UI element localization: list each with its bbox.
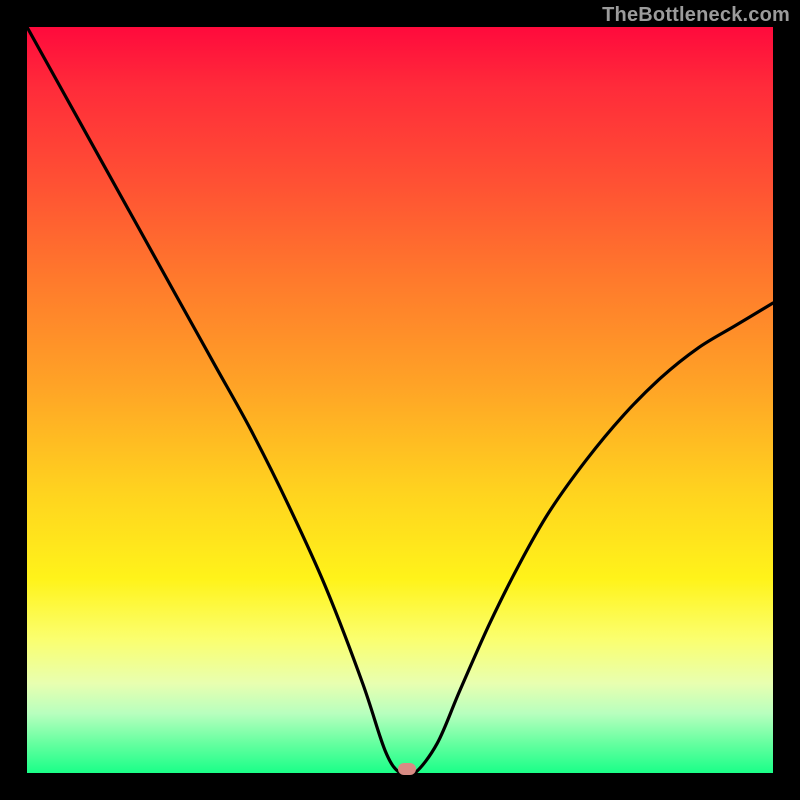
optimal-point-marker	[398, 763, 416, 775]
curve-svg	[27, 27, 773, 773]
plot-area	[27, 27, 773, 773]
chart-frame: TheBottleneck.com	[0, 0, 800, 800]
bottleneck-curve	[27, 27, 773, 776]
watermark-text: TheBottleneck.com	[602, 4, 790, 27]
